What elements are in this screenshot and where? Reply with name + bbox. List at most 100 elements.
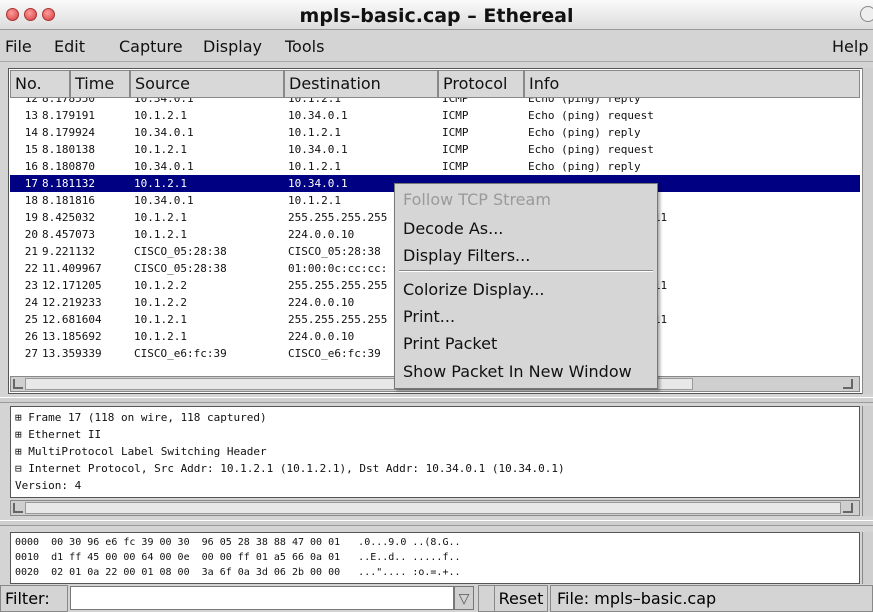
filter-dropdown-icon[interactable]: ▽	[454, 586, 474, 610]
packet-cell-no: 27	[24, 347, 38, 360]
detail-tree-item[interactable]: Version: 4	[15, 479, 81, 492]
packet-cell-dst: 10.34.0.1	[288, 177, 348, 190]
packet-cell-dst: 255.255.255.255	[288, 211, 388, 224]
packet-cell-src: 10.1.2.1	[134, 211, 187, 224]
menu-tools[interactable]: Tools	[285, 37, 324, 56]
packet-cell-time: 12.681604	[42, 313, 102, 326]
menu-edit[interactable]: Edit	[54, 37, 85, 56]
scroll-left-icon[interactable]	[13, 379, 23, 389]
detail-tree-item[interactable]: ⊟ Internet Protocol, Src Addr: 10.1.2.1 …	[15, 462, 565, 475]
packet-cell-dst: CISCO_e6:fc:39	[288, 347, 381, 360]
packet-cell-src: 10.34.0.1	[134, 98, 194, 105]
packet-cell-info: Echo (ping) reply	[528, 160, 641, 173]
packet-cell-src: CISCO_e6:fc:39	[134, 347, 227, 360]
menu-item-print-packet[interactable]: Print Packet	[403, 334, 497, 353]
hex-line: 0020 02 01 0a 22 00 01 08 00 3a 6f 0a 3d…	[15, 567, 461, 578]
packet-cell-info: Echo (ping) reply	[528, 98, 641, 105]
packet-cell-no: 13	[24, 109, 38, 122]
packet-cell-dst: 255.255.255.255	[288, 279, 388, 292]
packet-cell-src: 10.1.2.1	[134, 177, 187, 190]
column-header-no[interactable]: No.	[10, 70, 70, 98]
collapse-window-icon[interactable]	[860, 6, 873, 22]
packet-cell-proto: ICMP	[442, 98, 469, 105]
scroll-right-icon[interactable]	[843, 503, 853, 513]
packet-row[interactable]: 15 8.180138 10.1.2.1 10.34.0.1 ICMP Echo (pin…	[10, 141, 860, 158]
menu-display[interactable]: Display	[203, 37, 262, 56]
packet-row[interactable]: 14 8.179924 10.34.0.1 10.1.2.1 ICMP Echo (pin…	[10, 124, 860, 141]
packet-cell-dst: 10.1.2.1	[288, 98, 341, 105]
packet-cell-src: 10.1.2.2	[134, 296, 187, 309]
menu-separator	[399, 270, 653, 272]
filter-label: Filter:	[0, 585, 68, 612]
menu-item-display-filters[interactable]: Display Filters...	[403, 246, 530, 265]
packet-row[interactable]: 16 8.180870 10.34.0.1 10.1.2.1 ICMP Echo (pin…	[10, 158, 860, 175]
packet-cell-no: 14	[24, 126, 38, 139]
details-hscrollbar[interactable]	[10, 500, 860, 516]
column-header-protocol[interactable]: Protocol	[438, 70, 524, 98]
column-header-destination[interactable]: Destination	[284, 70, 438, 98]
hex-dump-pane: 0000 00 30 96 e6 fc 39 00 30 96 05 28 38…	[10, 532, 860, 584]
packet-cell-dst: 10.34.0.1	[288, 143, 348, 156]
reset-button[interactable]: Reset	[494, 585, 548, 612]
hex-vscrollbar[interactable]	[862, 532, 873, 584]
packet-cell-time: 12.219233	[42, 296, 102, 309]
menu-item-show-packet-new-window[interactable]: Show Packet In New Window	[403, 362, 632, 381]
packet-cell-no: 15	[24, 143, 38, 156]
packet-cell-dst: 255.255.255.255	[288, 313, 388, 326]
packet-cell-src: 10.34.0.1	[134, 126, 194, 139]
packet-details-pane: ⊞ Frame 17 (118 on wire, 118 captured) ⊞ …	[10, 406, 860, 498]
scroll-thumb[interactable]	[25, 502, 841, 514]
packet-cell-dst: CISCO_05:28:38	[288, 245, 381, 258]
packet-cell-src: 10.1.2.1	[134, 143, 187, 156]
packet-cell-no: 16	[24, 160, 38, 173]
packet-cell-info: Echo (ping) request	[528, 109, 654, 122]
menu-help[interactable]: Help	[832, 37, 868, 56]
packet-cell-no: 17	[24, 177, 38, 190]
packet-cell-src: CISCO_05:28:38	[134, 262, 227, 275]
details-vscrollbar[interactable]	[862, 406, 873, 516]
packet-cell-no: 18	[24, 194, 38, 207]
packet-cell-no: 12	[24, 98, 38, 105]
column-header-time[interactable]: Time	[70, 70, 130, 98]
pane-divider[interactable]	[0, 397, 873, 403]
packet-list-vscrollbar[interactable]	[862, 68, 873, 394]
filter-input[interactable]	[70, 586, 454, 610]
packet-cell-time: 8.425032	[42, 211, 95, 224]
packet-cell-info: Echo (ping) request	[528, 143, 654, 156]
window-title: mpls–basic.cap – Ethereal	[299, 5, 574, 27]
packet-cell-dst: 01:00:0c:cc:cc:	[288, 262, 388, 275]
packet-cell-time: 8.178550	[42, 98, 95, 105]
menu-item-follow-tcp-stream[interactable]: Follow TCP Stream	[403, 190, 551, 209]
packet-cell-proto: ICMP	[442, 160, 469, 173]
column-header-info[interactable]: Info	[524, 70, 860, 98]
pane-divider[interactable]	[0, 520, 873, 526]
packet-cell-proto: ICMP	[442, 126, 469, 139]
detail-tree-item[interactable]: ⊞ MultiProtocol Label Switching Header	[15, 445, 267, 458]
menu-file[interactable]: File	[5, 37, 32, 56]
scroll-left-icon[interactable]	[13, 503, 23, 513]
hex-line: 0000 00 30 96 e6 fc 39 00 30 96 05 28 38…	[15, 537, 461, 548]
packet-row[interactable]: 12 8.178550 10.34.0.1 10.1.2.1 ICMP Echo (pin…	[10, 98, 860, 107]
detail-tree-item[interactable]: ⊞ Ethernet II	[15, 428, 101, 441]
scroll-right-icon[interactable]	[843, 379, 853, 389]
packet-cell-no: 23	[24, 279, 38, 292]
packet-cell-src: 10.1.2.1	[134, 109, 187, 122]
packet-row[interactable]: 13 8.179191 10.1.2.1 10.34.0.1 ICMP Echo (pin…	[10, 107, 860, 124]
packet-cell-no: 19	[24, 211, 38, 224]
menu-item-print[interactable]: Print...	[403, 307, 455, 326]
packet-cell-time: 8.180870	[42, 160, 95, 173]
packet-cell-time: 13.359339	[42, 347, 102, 360]
packet-cell-no: 22	[24, 262, 38, 275]
packet-cell-no: 21	[24, 245, 38, 258]
menu-item-decode-as[interactable]: Decode As...	[403, 219, 503, 238]
packet-cell-time: 9.221132	[42, 245, 95, 258]
title-bar: mpls–basic.cap – Ethereal	[0, 0, 873, 30]
packet-cell-no: 25	[24, 313, 38, 326]
menu-capture[interactable]: Capture	[119, 37, 183, 56]
column-header-source[interactable]: Source	[130, 70, 284, 98]
packet-cell-time: 11.409967	[42, 262, 102, 275]
detail-tree-item[interactable]: ⊞ Frame 17 (118 on wire, 118 captured)	[15, 411, 267, 424]
packet-cell-time: 13.185692	[42, 330, 102, 343]
menu-item-colorize-display[interactable]: Colorize Display...	[403, 280, 545, 299]
packet-cell-src: 10.34.0.1	[134, 194, 194, 207]
